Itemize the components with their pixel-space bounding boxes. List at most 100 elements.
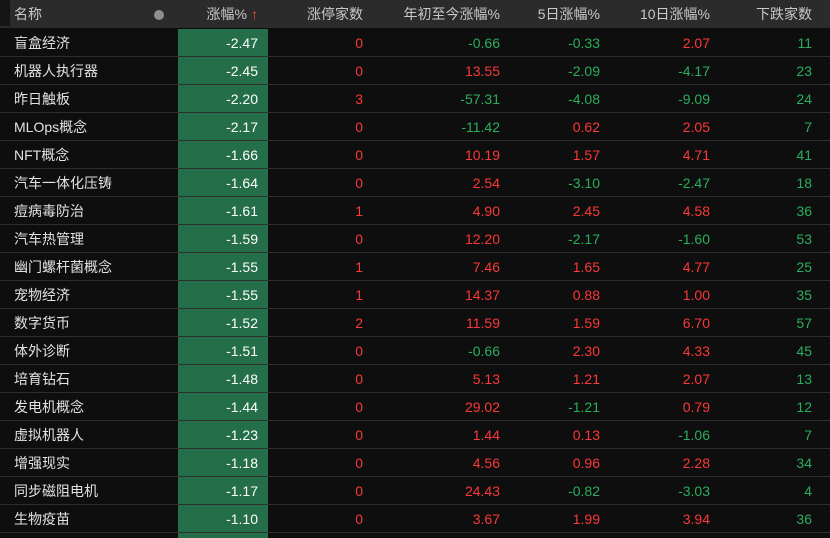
decliner-count: 41 (796, 146, 812, 163)
table-row[interactable]: 生物疫苗 -1.10 0 3.67 1.99 3.94 36 (0, 504, 830, 532)
limit-up-count: 1 (355, 202, 363, 219)
header-dot[interactable] (140, 6, 178, 22)
sector-name: 同步磁阻电机 (14, 482, 98, 499)
header-ytd-change[interactable]: 年初至今涨幅% (375, 4, 512, 24)
header-limit-up[interactable]: 涨停家数 (268, 4, 375, 24)
ytd-change-pct: 3.67 (472, 510, 500, 527)
change-pct-cell: -1.17 (178, 477, 268, 504)
decliner-count: 18 (796, 174, 812, 191)
table-row[interactable]: 体外诊断 -1.51 0 -0.66 2.30 4.33 45 (0, 336, 830, 364)
change-5day-pct: -2.17 (568, 230, 600, 247)
decliner-count: 23 (796, 62, 812, 79)
header-10day-change[interactable]: 10日涨幅% (612, 4, 722, 24)
change-10day-pct: -1.06 (678, 426, 710, 443)
header-change-label: 涨幅% (206, 6, 247, 22)
change-10day-pct: 4.33 (682, 342, 710, 359)
table-row[interactable]: NFT概念 -1.66 0 10.19 1.57 4.71 41 (0, 140, 830, 168)
decliner-count: 34 (796, 454, 812, 471)
change-pct-cell: -1.66 (178, 141, 268, 168)
ytd-change-pct: 29.02 (464, 398, 500, 415)
change-pct-cell: -1.48 (178, 365, 268, 392)
ytd-change-pct: 12.20 (464, 230, 500, 247)
ytd-change-pct: 24.43 (464, 482, 500, 499)
header-decliners[interactable]: 下跌家数 (722, 4, 824, 24)
table-row[interactable]: 虚拟机器人 -1.23 0 1.44 0.13 -1.06 7 (0, 420, 830, 448)
header-5day-change[interactable]: 5日涨幅% (512, 4, 612, 24)
change-10day-pct: 1.00 (682, 286, 710, 303)
ytd-change-pct: -0.66 (468, 34, 500, 51)
table-row[interactable]: 培育钻石 -1.48 0 5.13 1.21 2.07 13 (0, 364, 830, 392)
header-name[interactable]: 名称 (0, 4, 140, 24)
change-5day-pct: 0.96 (572, 454, 600, 471)
change-pct-cell: -2.47 (178, 29, 268, 56)
change-5day-pct: -1.21 (568, 398, 600, 415)
limit-up-count: 0 (355, 146, 363, 163)
limit-up-count: 0 (355, 342, 363, 359)
limit-up-count: 0 (355, 230, 363, 247)
decliner-count: 57 (796, 314, 812, 331)
change-pct-cell: -1.23 (178, 421, 268, 448)
table-row-partial[interactable] (0, 532, 830, 538)
table-row[interactable]: 汽车热管理 -1.59 0 12.20 -2.17 -1.60 53 (0, 224, 830, 252)
sector-name: 汽车一体化压铸 (14, 174, 112, 191)
table-row[interactable]: MLOps概念 -2.17 0 -11.42 0.62 2.05 7 (0, 112, 830, 140)
table-row[interactable]: 幽门螺杆菌概念 -1.55 1 7.46 1.65 4.77 25 (0, 252, 830, 280)
ytd-change-pct: 10.19 (464, 146, 500, 163)
table-row[interactable]: 同步磁阻电机 -1.17 0 24.43 -0.82 -3.03 4 (0, 476, 830, 504)
limit-up-count: 0 (355, 454, 363, 471)
decliner-count: 11 (797, 34, 812, 51)
dot-indicator-icon (154, 10, 164, 21)
ytd-change-pct: 4.90 (472, 202, 500, 219)
limit-up-count: 0 (355, 482, 363, 499)
table-row[interactable]: 痘病毒防治 -1.61 1 4.90 2.45 4.58 36 (0, 196, 830, 224)
sector-name: 培育钻石 (14, 370, 70, 387)
sector-name: 生物疫苗 (14, 510, 70, 527)
ytd-change-pct: 7.46 (472, 258, 500, 275)
ytd-change-pct: 1.44 (472, 426, 500, 443)
ytd-change-pct: -11.42 (461, 118, 500, 135)
table-row[interactable]: 机器人执行器 -2.45 0 13.55 -2.09 -4.17 23 (0, 56, 830, 84)
sector-name: MLOps概念 (14, 118, 88, 135)
table-row[interactable]: 发电机概念 -1.44 0 29.02 -1.21 0.79 12 (0, 392, 830, 420)
limit-up-count: 0 (355, 62, 363, 79)
change-pct-cell: -1.52 (178, 309, 268, 336)
change-pct-cell: -1.44 (178, 393, 268, 420)
table-row[interactable]: 盲盒经济 -2.47 0 -0.66 -0.33 2.07 11 (0, 28, 830, 56)
limit-up-count: 0 (355, 510, 363, 527)
change-10day-pct: -2.47 (678, 174, 710, 191)
change-10day-pct: 4.58 (682, 202, 710, 219)
ytd-change-pct: -57.31 (460, 90, 500, 107)
sector-name: 幽门螺杆菌概念 (14, 258, 112, 275)
change-pct-cell (178, 533, 268, 538)
decliner-count: 7 (804, 426, 812, 443)
change-10day-pct: -9.09 (678, 90, 710, 107)
change-10day-pct: 2.07 (682, 370, 710, 387)
decliner-count: 45 (796, 342, 812, 359)
change-10day-pct: 4.77 (682, 258, 710, 275)
change-10day-pct: 2.07 (682, 34, 710, 51)
change-10day-pct: -3.03 (678, 482, 710, 499)
change-10day-pct: 2.05 (682, 118, 710, 135)
decliner-count: 4 (804, 482, 812, 499)
change-10day-pct: 4.71 (682, 146, 710, 163)
decliner-count: 53 (796, 230, 812, 247)
change-5day-pct: -0.33 (568, 34, 600, 51)
change-5day-pct: 1.65 (572, 258, 600, 275)
change-5day-pct: -3.10 (568, 174, 600, 191)
sector-name: 增强现实 (14, 454, 70, 471)
table-row[interactable]: 昨日触板 -2.20 3 -57.31 -4.08 -9.09 24 (0, 84, 830, 112)
change-pct-cell: -1.64 (178, 169, 268, 196)
ytd-change-pct: 2.54 (472, 174, 500, 191)
table-row[interactable]: 增强现实 -1.18 0 4.56 0.96 2.28 34 (0, 448, 830, 476)
sector-name: 机器人执行器 (14, 62, 98, 79)
table-row[interactable]: 数字货币 -1.52 2 11.59 1.59 6.70 57 (0, 308, 830, 336)
sector-name: 数字货币 (14, 314, 70, 331)
change-pct-cell: -1.51 (178, 337, 268, 364)
decliner-count: 13 (796, 370, 812, 387)
table-row[interactable]: 宠物经济 -1.55 1 14.37 0.88 1.00 35 (0, 280, 830, 308)
limit-up-count: 1 (355, 286, 363, 303)
table-row[interactable]: 汽车一体化压铸 -1.64 0 2.54 -3.10 -2.47 18 (0, 168, 830, 196)
table-body: 盲盒经济 -2.47 0 -0.66 -0.33 2.07 11 机器人执行器 -2.45 0 13… (0, 28, 830, 538)
sector-name: 发电机概念 (14, 398, 84, 415)
header-change[interactable]: 涨幅% ↑ (178, 4, 268, 24)
